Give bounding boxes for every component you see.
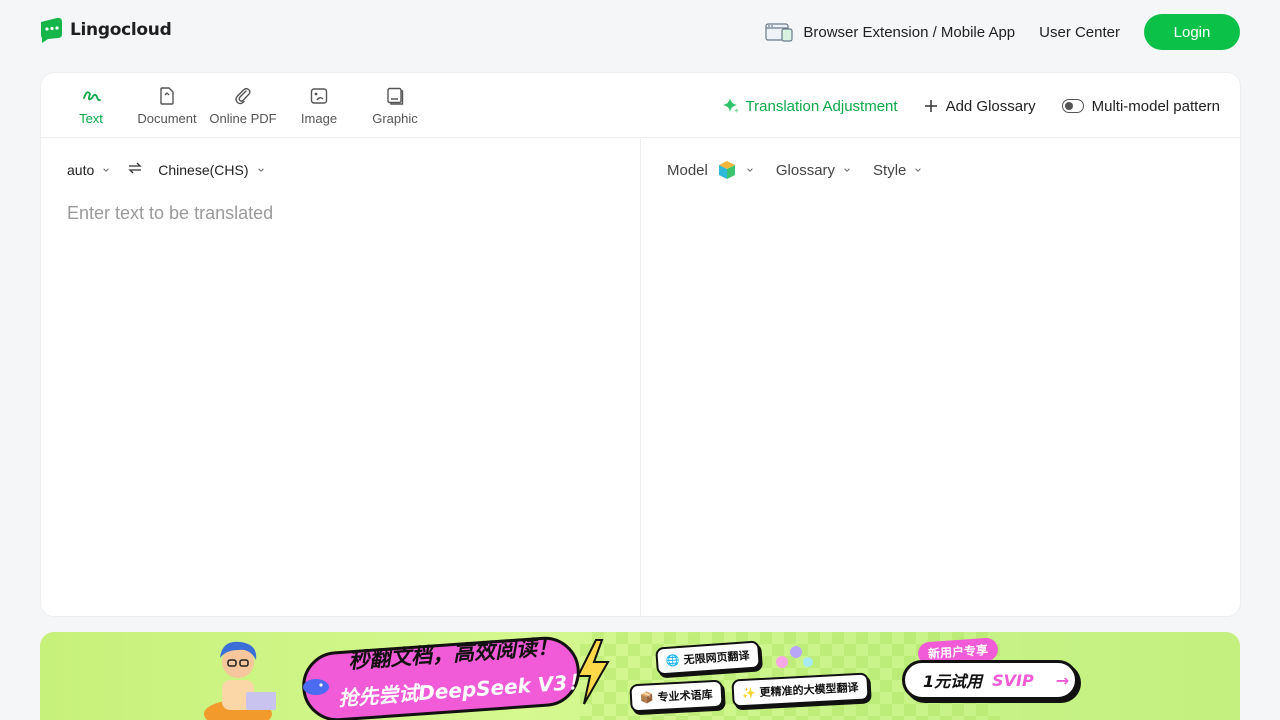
promo-banner[interactable]: 秒翻文档，高效阅读！ 抢先尝试DeepSeek V3！ 🌐 无限网页翻译 📦 专… <box>40 632 1240 720</box>
whale-icon <box>303 679 329 695</box>
style-select[interactable]: Style <box>873 162 922 179</box>
target-pane: Model Glossary Style <box>642 139 1240 616</box>
tab-image[interactable]: Image <box>281 85 357 126</box>
chevron-down-icon <box>257 167 264 172</box>
glossary-label: Glossary <box>775 161 836 179</box>
source-language-value: auto <box>67 161 95 178</box>
chevron-down-icon <box>103 167 110 172</box>
banner-tag-glossary: 📦 专业术语库 <box>629 679 724 713</box>
model-label: Model <box>667 161 708 179</box>
translation-adjustment-label: Translation Adjustment <box>745 97 898 115</box>
logo[interactable]: Lingocloud <box>40 16 172 44</box>
login-button[interactable]: Login <box>1144 14 1240 50</box>
tab-image-label: Image <box>300 111 338 126</box>
tab-document[interactable]: Document <box>129 85 205 126</box>
tab-text-label: Text <box>79 111 103 126</box>
svip-trial-button[interactable]: 1元试用 SVIP → <box>902 660 1078 700</box>
logo-icon <box>41 17 62 43</box>
model-select[interactable]: Model <box>667 159 754 181</box>
chevron-down-icon <box>915 168 922 172</box>
tab-online-pdf[interactable]: Online PDF <box>205 85 281 126</box>
browser-window-icon <box>765 23 793 42</box>
lightning-icon <box>576 639 610 705</box>
style-label: Style <box>873 161 907 179</box>
user-center-link[interactable]: User Center <box>1039 24 1120 41</box>
svip-prefix: 1元试用 <box>923 672 983 691</box>
decorative-bubbles <box>776 646 813 668</box>
swap-languages-icon[interactable] <box>128 161 142 178</box>
mascot-illustration <box>204 641 276 720</box>
multi-model-toggle[interactable]: Multi-model pattern <box>1061 97 1220 115</box>
top-header: Lingocloud Browser Extension / Mobile Ap… <box>0 0 1280 64</box>
chevron-down-icon <box>747 168 753 172</box>
source-language-select[interactable]: auto <box>67 162 110 178</box>
tab-graphic-label: Graphic <box>372 111 418 126</box>
plus-icon <box>924 100 937 112</box>
sparkle-icon <box>722 98 739 113</box>
target-language-select[interactable]: Chinese(CHS) <box>158 162 264 178</box>
image-icon <box>308 85 330 107</box>
tab-online-pdf-label: Online PDF <box>209 111 277 126</box>
arrow-right-icon: → <box>1055 670 1070 690</box>
cube-model-icon <box>718 161 735 179</box>
target-language-value: Chinese(CHS) <box>158 161 249 178</box>
tab-document-label: Document <box>137 111 197 126</box>
browser-extension-label: Browser Extension / Mobile App <box>803 23 1016 41</box>
source-pane: auto Chinese(CHS) <box>41 139 641 616</box>
chevron-down-icon <box>844 168 850 172</box>
mode-tabs: Text Document Online PDF Image Graphic <box>53 85 433 126</box>
scribble-icon <box>80 85 102 107</box>
glossary-select[interactable]: Glossary <box>776 162 851 179</box>
paperclip-icon <box>232 85 254 107</box>
translation-adjustment-button[interactable]: Translation Adjustment <box>722 97 898 115</box>
add-glossary-button[interactable]: Add Glossary <box>924 98 1036 115</box>
mode-toolbar: Text Document Online PDF Image Graphic T… <box>41 73 1240 138</box>
source-text-input[interactable] <box>67 203 615 593</box>
toggle-switch-icon <box>1061 99 1084 113</box>
tab-graphic[interactable]: Graphic <box>357 85 433 126</box>
tab-text[interactable]: Text <box>53 85 129 126</box>
add-glossary-label: Add Glossary <box>945 97 1036 115</box>
logo-text: Lingocloud <box>70 20 172 40</box>
language-selector-row: auto Chinese(CHS) <box>67 161 265 178</box>
translator-card: Text Document Online PDF Image Graphic T… <box>40 72 1241 617</box>
translation-options-row: Model Glossary Style <box>667 159 922 181</box>
multi-model-label: Multi-model pattern <box>1091 97 1220 115</box>
svip-suffix: SVIP <box>992 670 1034 690</box>
document-icon <box>156 85 178 107</box>
browser-extension-link[interactable]: Browser Extension / Mobile App <box>765 22 1015 42</box>
graphic-icon <box>384 85 406 107</box>
